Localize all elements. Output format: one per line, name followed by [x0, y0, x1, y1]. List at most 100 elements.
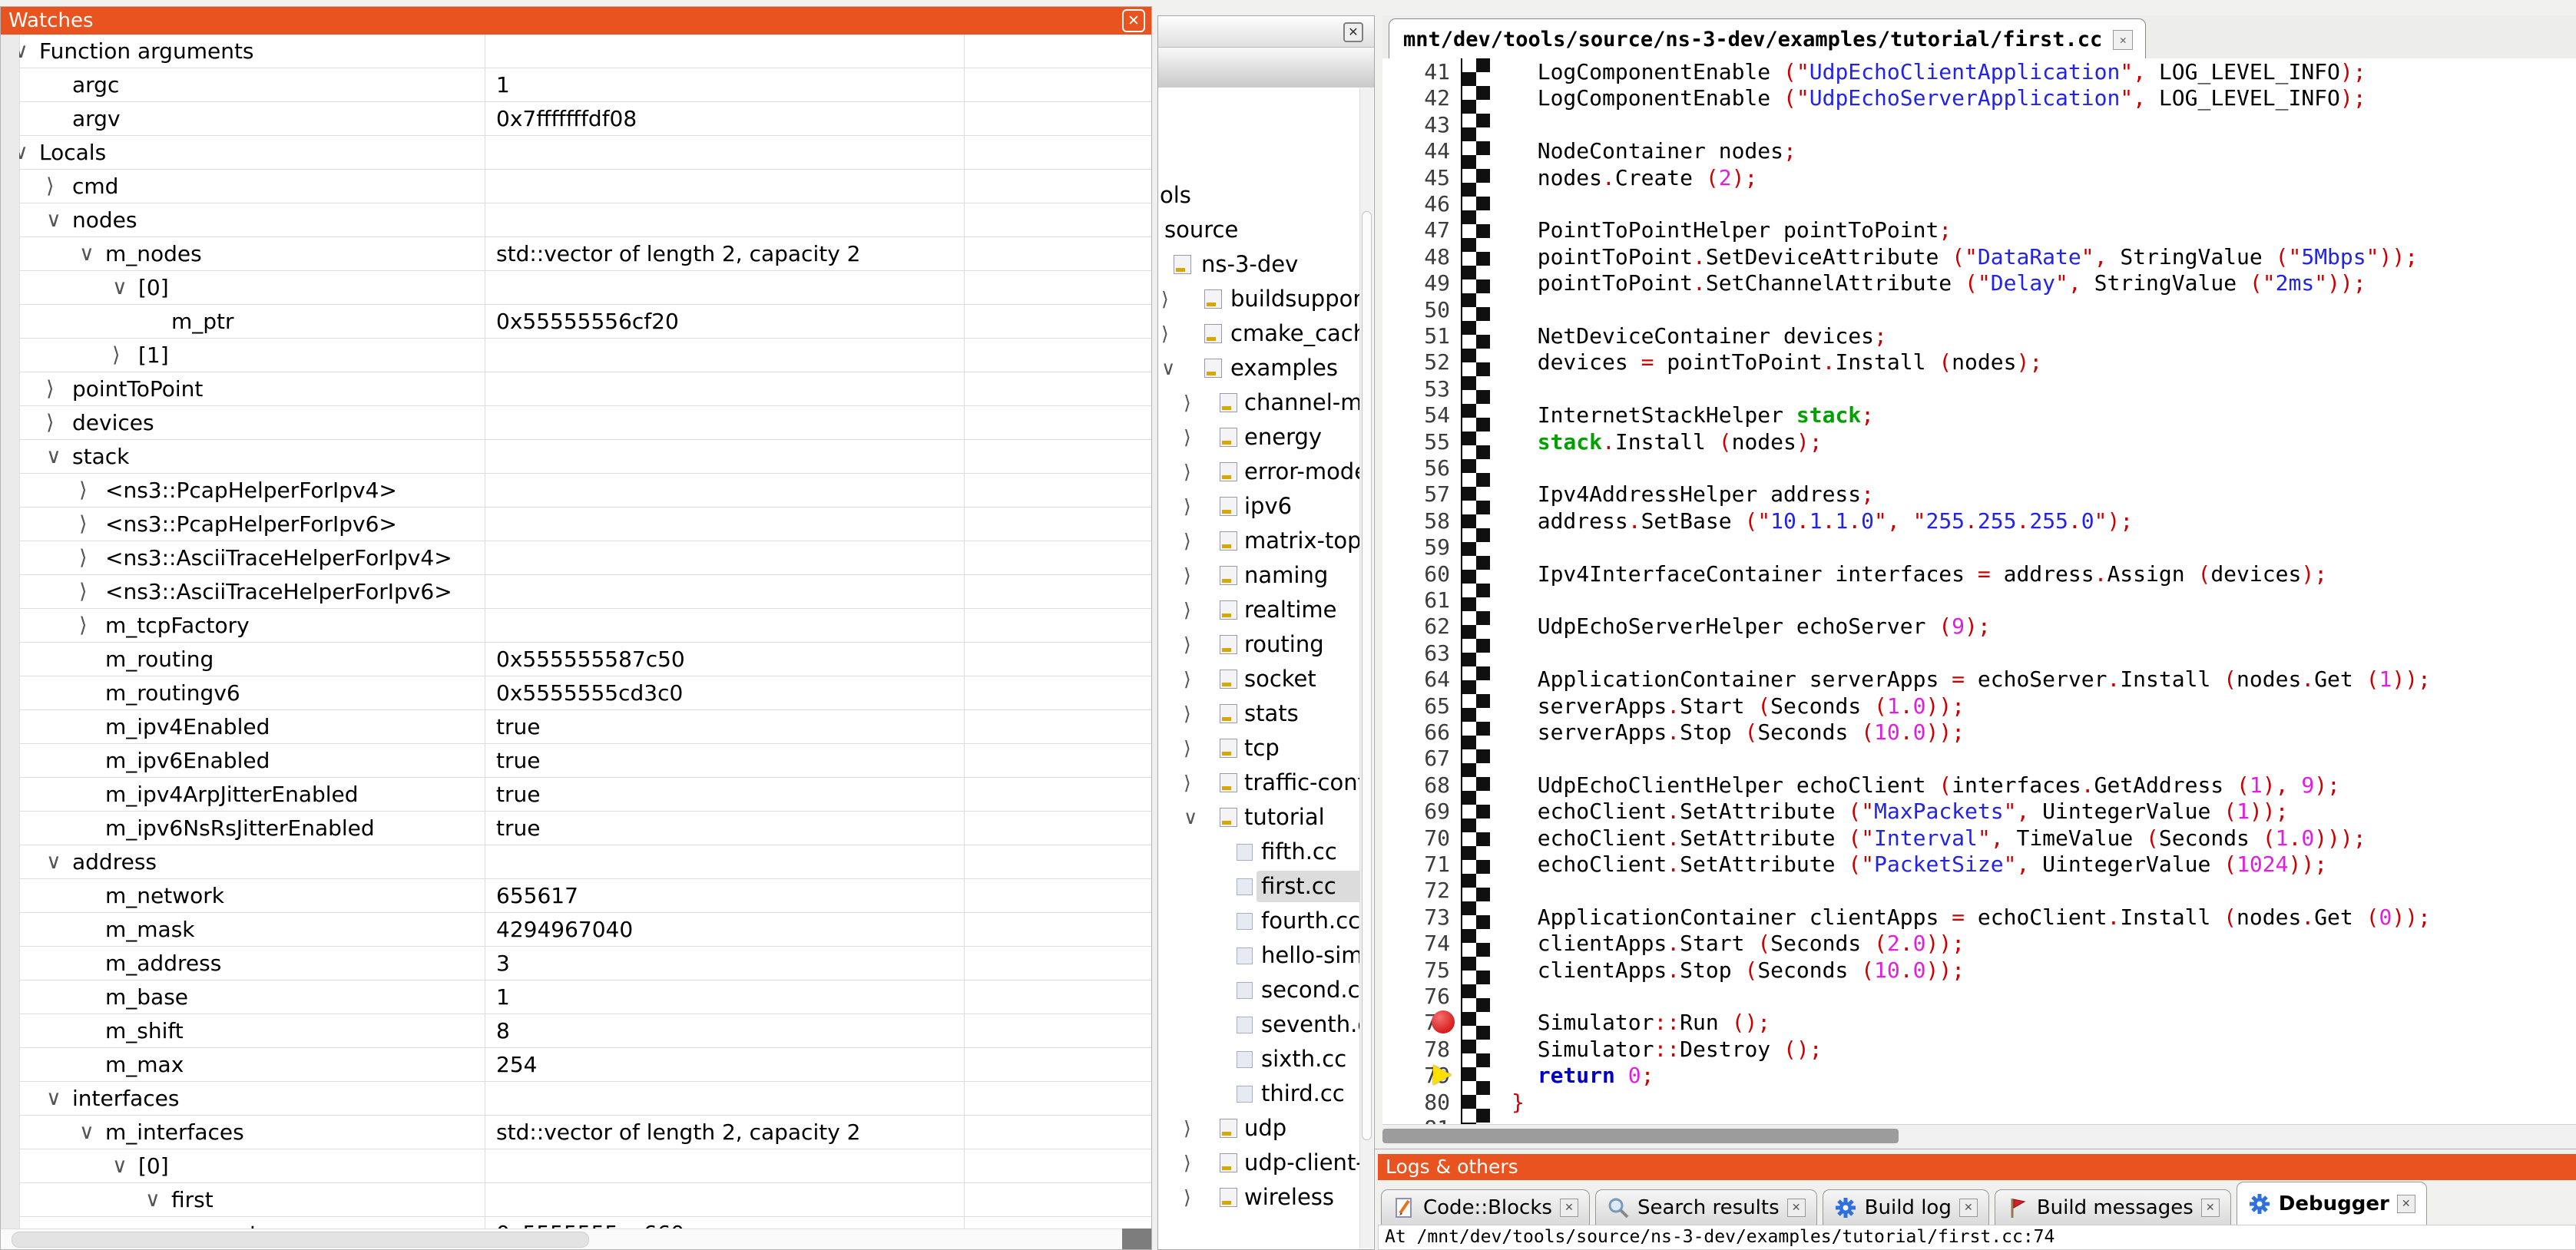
close-icon[interactable]: ✕ — [2113, 30, 2133, 50]
line-number[interactable]: 42 — [1382, 84, 1450, 111]
line-number[interactable]: 45 — [1382, 164, 1450, 191]
watch-row[interactable]: ⟩<ns3::PcapHelperForIpv4> — [19, 474, 1151, 508]
line-number[interactable]: 54 — [1382, 402, 1450, 428]
tree-item-fourth-cc[interactable]: fourth.cc — [1158, 904, 1360, 938]
code-line-77[interactable]: 77 Simulator::Run (); — [1382, 1009, 2576, 1036]
watches-horizontal-scrollbar[interactable] — [1, 1229, 1151, 1249]
tree-item-first-cc[interactable]: first.cc — [1158, 869, 1360, 904]
code-line-79[interactable]: 79 return 0; — [1382, 1062, 2576, 1089]
chevron-right-icon[interactable]: ⟩ — [1161, 316, 1169, 351]
tree-item-fifth-cc[interactable]: fifth.cc — [1158, 835, 1360, 869]
watch-row[interactable]: ⟩<ns3::AsciiTraceHelperForIpv6> — [19, 575, 1151, 609]
chevron-down-icon[interactable]: ∨ — [19, 136, 28, 169]
chevron-right-icon[interactable]: ⟩ — [1184, 420, 1191, 455]
code-line-52[interactable]: 52 devices = pointToPoint.Install (nodes… — [1382, 349, 2576, 375]
line-number[interactable]: 61 — [1382, 587, 1450, 613]
line-number[interactable]: 73 — [1382, 904, 1450, 931]
code-line-44[interactable]: 44 NodeContainer nodes; — [1382, 137, 2576, 164]
chevron-right-icon[interactable]: ⟩ — [1184, 385, 1191, 420]
tree-item-udp[interactable]: ⟩udp — [1158, 1111, 1360, 1146]
line-number[interactable]: 68 — [1382, 772, 1450, 799]
chevron-right-icon[interactable]: ⟩ — [1184, 766, 1191, 800]
watch-row[interactable]: m_ipv6NsRsJitterEnabledtrue — [19, 812, 1151, 845]
code-line-49[interactable]: 49 pointToPoint.SetChannelAttribute ("De… — [1382, 270, 2576, 296]
chevron-right-icon[interactable]: ⟩ — [112, 339, 121, 372]
tree-item-wireless[interactable]: ⟩wireless — [1158, 1180, 1360, 1215]
watch-row[interactable]: m_shift8 — [19, 1014, 1151, 1048]
line-number[interactable]: 41 — [1382, 58, 1450, 85]
resize-corner[interactable] — [1122, 1229, 1151, 1249]
line-number[interactable]: 72 — [1382, 877, 1450, 904]
chevron-right-icon[interactable]: ⟩ — [46, 406, 55, 439]
code-line-45[interactable]: 45 nodes.Create (2); — [1382, 164, 2576, 191]
tree-item-tutorial[interactable]: ∨tutorial — [1158, 800, 1360, 835]
code-line-75[interactable]: 75 clientApps.Stop (Seconds (10.0)); — [1382, 957, 2576, 984]
tree-item-source[interactable]: source — [1158, 213, 1360, 247]
watch-row[interactable]: argv0x7fffffffdf08 — [19, 102, 1151, 136]
line-number[interactable]: 52 — [1382, 349, 1450, 375]
logs-tab-search-results[interactable]: Search results✕ — [1595, 1189, 1817, 1225]
line-number[interactable]: 51 — [1382, 322, 1450, 349]
close-icon[interactable]: ✕ — [1787, 1199, 1806, 1217]
chevron-down-icon[interactable]: ∨ — [79, 237, 94, 270]
watch-row[interactable]: ∨interfaces — [19, 1082, 1151, 1116]
tree-item-naming[interactable]: ⟩naming — [1158, 558, 1360, 593]
editor-tab-first-cc[interactable]: mnt/dev/tools/source/ns-3-dev/examples/t… — [1389, 18, 2146, 61]
chevron-right-icon[interactable]: ⟩ — [1184, 455, 1191, 489]
tree-item-routing[interactable]: ⟩routing — [1158, 627, 1360, 662]
watch-row[interactable]: ∨nodes — [19, 203, 1151, 237]
tree-item-examples[interactable]: ∨examples — [1158, 351, 1360, 385]
close-icon[interactable]: ✕ — [1959, 1199, 1978, 1217]
line-number[interactable]: 43 — [1382, 111, 1450, 138]
code-line-66[interactable]: 66 serverApps.Stop (Seconds (10.0)); — [1382, 719, 2576, 746]
chevron-right-icon[interactable]: ⟩ — [1184, 558, 1191, 593]
chevron-down-icon[interactable]: ∨ — [19, 35, 28, 68]
line-number[interactable]: 70 — [1382, 825, 1450, 852]
chevron-down-icon[interactable]: ∨ — [46, 1082, 61, 1115]
logs-tab-debugger[interactable]: Debugger✕ — [2237, 1182, 2427, 1225]
tree-item-traffic-contro[interactable]: ⟩traffic-contro — [1158, 766, 1360, 800]
line-number[interactable]: 44 — [1382, 137, 1450, 164]
code-line-51[interactable]: 51 NetDeviceContainer devices; — [1382, 322, 2576, 349]
watch-row[interactable]: m_base1 — [19, 980, 1151, 1014]
editor-horizontal-scrollbar[interactable] — [1382, 1124, 2576, 1149]
code-line-78[interactable]: 78 Simulator::Destroy (); — [1382, 1036, 2576, 1063]
tree-item-third-cc[interactable]: third.cc — [1158, 1076, 1360, 1111]
code-line-42[interactable]: 42 LogComponentEnable ("UdpEchoServerApp… — [1382, 84, 2576, 111]
scrollbar-thumb[interactable] — [1382, 1129, 1899, 1143]
logs-tab-build-log[interactable]: Build log✕ — [1823, 1189, 1989, 1225]
code-line-41[interactable]: 41 LogComponentEnable ("UdpEchoClientApp… — [1382, 58, 2576, 85]
code-line-55[interactable]: 55 stack.Install (nodes); — [1382, 428, 2576, 455]
chevron-down-icon[interactable]: ∨ — [145, 1183, 161, 1216]
line-number[interactable]: 75 — [1382, 957, 1450, 984]
watch-row[interactable]: ⟩cmd — [19, 170, 1151, 203]
chevron-down-icon[interactable]: ∨ — [46, 440, 61, 473]
watch-row[interactable]: m_ipv4Enabledtrue — [19, 710, 1151, 744]
breakpoint-marker[interactable] — [1432, 1010, 1455, 1033]
chevron-right-icon[interactable]: ⟩ — [1184, 593, 1191, 627]
tree-item-socket[interactable]: ⟩socket — [1158, 662, 1360, 696]
code-line-76[interactable]: 76 — [1382, 983, 2576, 1010]
close-icon[interactable]: ✕ — [1560, 1199, 1578, 1217]
code-line-57[interactable]: 57 Ipv4AddressHelper address; — [1382, 481, 2576, 508]
code-line-48[interactable]: 48 pointToPoint.SetDeviceAttribute ("Dat… — [1382, 243, 2576, 270]
code-line-73[interactable]: 73 ApplicationContainer clientApps = ech… — [1382, 904, 2576, 931]
code-line-61[interactable]: 61 — [1382, 587, 2576, 613]
line-number[interactable]: 46 — [1382, 190, 1450, 217]
logs-tab-build-messages[interactable]: Build messages✕ — [1995, 1189, 2231, 1225]
watch-row[interactable]: ∨Function arguments — [19, 35, 1151, 68]
line-number[interactable]: 80 — [1382, 1089, 1450, 1116]
code-line-59[interactable]: 59 — [1382, 534, 2576, 561]
watch-row[interactable]: ⟩m_tcpFactory — [19, 609, 1151, 643]
chevron-down-icon[interactable]: ∨ — [79, 1116, 94, 1149]
watch-row[interactable]: ∨[0] — [19, 1149, 1151, 1183]
chevron-right-icon[interactable]: ⟩ — [1184, 696, 1191, 731]
watch-row[interactable]: ⟩devices — [19, 406, 1151, 440]
line-number[interactable]: 67 — [1382, 745, 1450, 772]
code-line-68[interactable]: 68 UdpEchoClientHelper echoClient (inter… — [1382, 772, 2576, 799]
logs-title-bar[interactable]: Logs & others — [1378, 1154, 2576, 1180]
code-line-62[interactable]: 62 UdpEchoServerHelper echoServer (9); — [1382, 613, 2576, 640]
watch-row[interactable]: m_ipv4ArpJitterEnabledtrue — [19, 778, 1151, 812]
tree-item-channel-mod[interactable]: ⟩channel-mod — [1158, 385, 1360, 420]
line-number[interactable]: 65 — [1382, 693, 1450, 719]
